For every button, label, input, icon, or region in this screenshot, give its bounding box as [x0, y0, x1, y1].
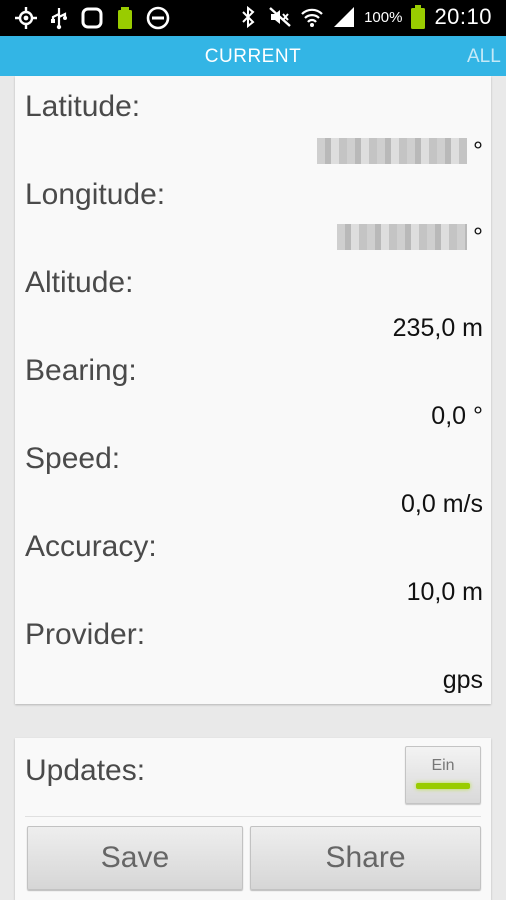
battery-icon [410, 5, 426, 29]
signal-icon [332, 5, 356, 29]
longitude-value: ° [337, 222, 483, 252]
tab-all[interactable]: ALL [467, 46, 501, 68]
latitude-label: Latitude: [25, 90, 141, 123]
status-bar: 100% 20:10 [0, 0, 506, 36]
altitude-value: 235,0 m [392, 314, 483, 342]
clock-time: 20:10 [434, 4, 492, 29]
updates-label: Updates: [25, 754, 146, 787]
bluetooth-icon [236, 5, 260, 29]
longitude-label: Longitude: [25, 178, 166, 211]
status-icons-left [14, 6, 170, 30]
divider [25, 816, 481, 817]
provider-label: Provider: [25, 618, 146, 651]
tab-current[interactable]: CURRENT [0, 46, 506, 68]
mute-icon [268, 5, 292, 29]
battery-percent: 100% [364, 8, 403, 26]
usb-icon [47, 6, 71, 30]
bearing-label: Bearing: [25, 354, 137, 387]
bearing-value: 0,0 ° [431, 402, 483, 430]
speed-value: 0,0 m/s [401, 490, 483, 518]
tab-bar: CURRENT ALL [0, 36, 506, 76]
battery-charging-icon [113, 6, 137, 30]
updates-card: Updates: Ein Save Share [15, 738, 491, 900]
speed-label: Speed: [25, 442, 121, 475]
accuracy-value: 10,0 m [406, 578, 483, 606]
updates-toggle[interactable]: Ein [405, 746, 481, 804]
latitude-redacted [317, 138, 467, 165]
share-button[interactable]: Share [250, 826, 481, 890]
latitude-value: ° [317, 136, 483, 166]
toggle-on-indicator [416, 783, 470, 789]
screen-icon [80, 6, 104, 30]
status-icons-right: 100% 20:10 [236, 4, 492, 30]
longitude-unit: ° [473, 222, 483, 251]
altitude-label: Altitude: [25, 266, 134, 299]
gps-icon [14, 6, 38, 30]
toggle-label: Ein [431, 757, 455, 774]
save-button[interactable]: Save [27, 826, 243, 890]
do-not-disturb-icon [146, 6, 170, 30]
longitude-redacted [337, 224, 467, 251]
accuracy-label: Accuracy: [25, 530, 157, 563]
latitude-unit: ° [473, 136, 483, 165]
wifi-icon [300, 5, 324, 29]
location-card: Latitude: ° Longitude: ° Altitude: 235,0… [15, 76, 491, 704]
provider-value: gps [442, 666, 483, 694]
